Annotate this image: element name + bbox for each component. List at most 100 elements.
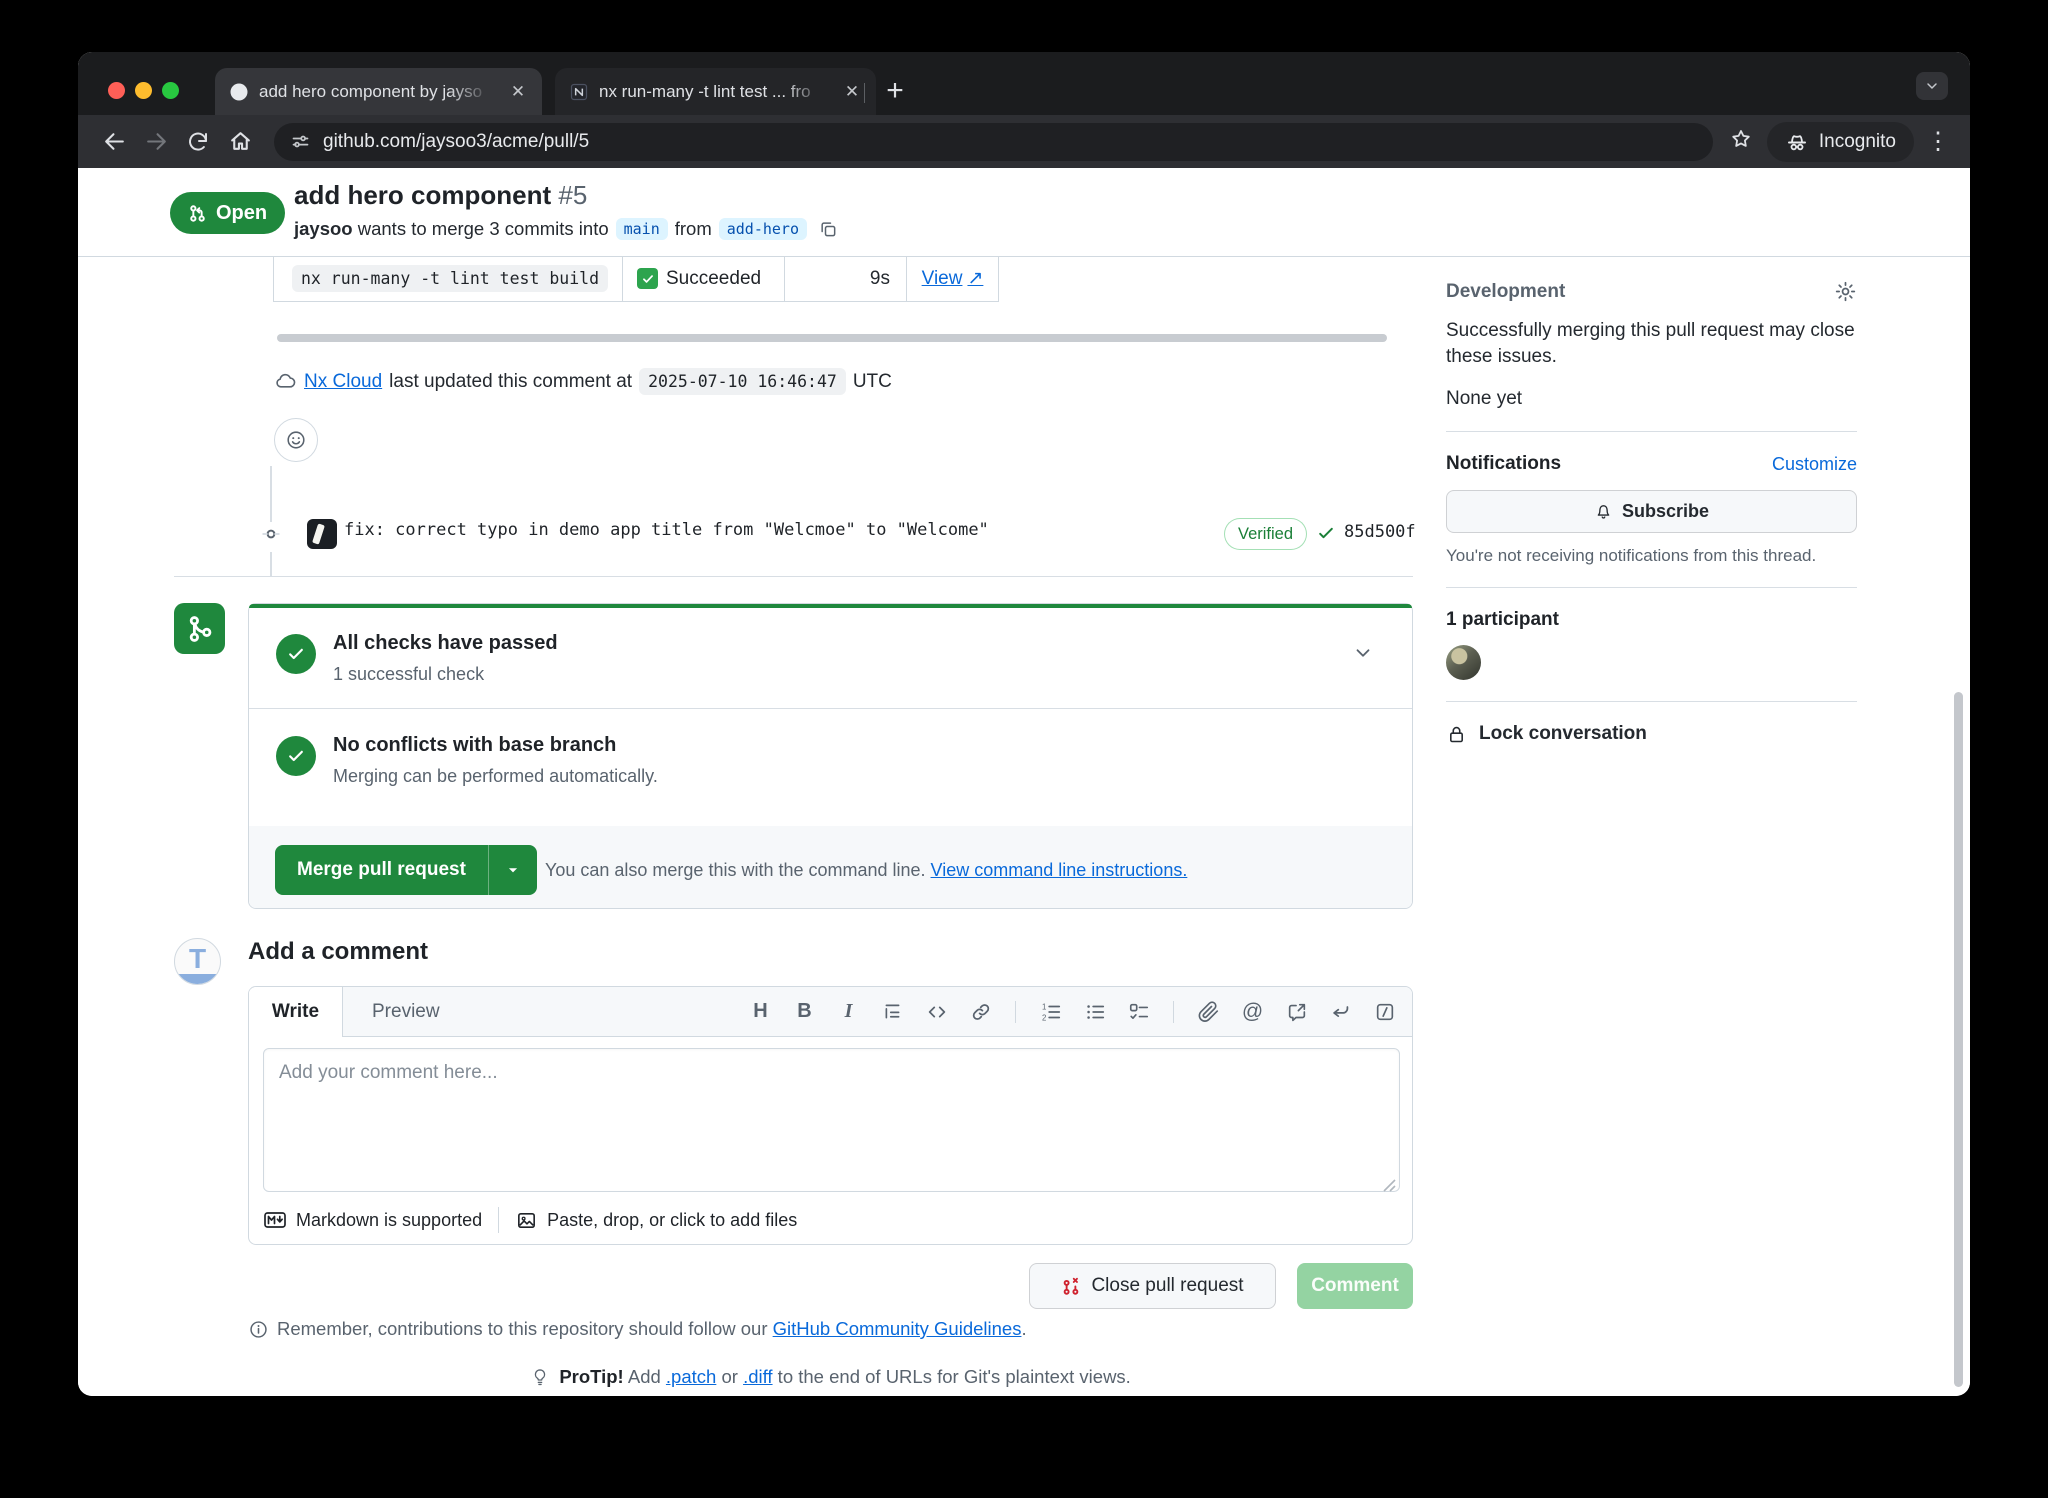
tab-strip: add hero component by jayso ✕ nx run-man… xyxy=(78,52,1970,115)
head-branch-chip[interactable]: add-hero xyxy=(719,218,807,240)
quote-icon[interactable] xyxy=(881,1000,904,1023)
tab-preview[interactable]: Preview xyxy=(342,987,470,1036)
back-button[interactable] xyxy=(96,124,132,160)
check-status: Succeeded xyxy=(666,268,761,290)
horizontal-scrollbar[interactable] xyxy=(277,334,1387,342)
pull-request-icon xyxy=(188,204,207,223)
tab-nx-run[interactable]: nx run-many -t lint test ... fro ✕ xyxy=(555,68,876,115)
close-tab-icon[interactable]: ✕ xyxy=(840,80,864,104)
expand-checks-icon[interactable] xyxy=(1352,642,1374,670)
merge-pull-request-button[interactable]: Merge pull request xyxy=(275,845,537,895)
numbered-list-icon[interactable]: 12 xyxy=(1039,1000,1062,1023)
incognito-label: Incognito xyxy=(1819,131,1896,153)
pr-subtitle: jaysoo wants to merge 3 commits into mai… xyxy=(294,218,838,240)
commit-author-avatar[interactable] xyxy=(307,519,337,549)
site-settings-icon[interactable] xyxy=(290,131,311,152)
italic-icon[interactable]: I xyxy=(837,1000,860,1023)
url-text: github.com/jaysoo3/acme/pull/5 xyxy=(323,131,589,153)
nx-cloud-link[interactable]: Nx Cloud xyxy=(304,371,382,393)
add-reaction-button[interactable] xyxy=(274,418,318,462)
cli-merge-note: You can also merge this with the command… xyxy=(545,860,1187,881)
vertical-scrollbar[interactable] xyxy=(1954,692,1963,1387)
close-window-button[interactable] xyxy=(108,82,125,99)
nx-cloud-note: Nx Cloud last updated this comment at 20… xyxy=(274,368,892,395)
diff-link[interactable]: .diff xyxy=(743,1366,772,1387)
code-icon[interactable] xyxy=(925,1000,948,1023)
nx-cloud-text: last updated this comment at xyxy=(389,371,632,393)
patch-link[interactable]: .patch xyxy=(666,1366,716,1387)
timeline-divider xyxy=(174,576,1413,577)
commit-check-icon xyxy=(1316,523,1336,549)
lightbulb-icon xyxy=(530,1367,550,1387)
comment-textarea[interactable] xyxy=(263,1048,1400,1192)
subscribe-button[interactable]: Subscribe xyxy=(1446,490,1857,533)
markdown-icon xyxy=(263,1208,287,1232)
tab-search-button[interactable] xyxy=(1916,72,1948,100)
sidebar-divider xyxy=(1446,587,1857,588)
check-command: nx run-many -t lint test build xyxy=(292,265,608,292)
lock-conversation-button[interactable]: Lock conversation xyxy=(1446,723,1857,745)
task-list-icon[interactable] xyxy=(1127,1000,1150,1023)
commit-sha-link[interactable]: 85d500f xyxy=(1344,522,1416,542)
cli-instructions-link[interactable]: View command line instructions. xyxy=(931,860,1188,880)
github-page: Open add hero component #5 jaysoo wants … xyxy=(78,168,1970,1396)
avatar-letter: T xyxy=(189,943,206,975)
editor-hints: Markdown is supported Paste, drop, or cl… xyxy=(263,1207,797,1233)
base-branch-chip[interactable]: main xyxy=(616,218,668,240)
community-guidelines-link[interactable]: GitHub Community Guidelines xyxy=(773,1318,1022,1339)
customize-link[interactable]: Customize xyxy=(1772,454,1857,475)
pr-author[interactable]: jaysoo xyxy=(294,218,353,239)
cross-reference-icon[interactable] xyxy=(1285,1000,1308,1023)
tab-pull-request[interactable]: add hero component by jayso ✕ xyxy=(215,68,542,115)
incognito-icon xyxy=(1785,130,1809,154)
git-merge-icon xyxy=(185,614,215,644)
close-pull-request-button[interactable]: Close pull request xyxy=(1029,1263,1276,1309)
svg-text:2: 2 xyxy=(1042,1013,1046,1022)
comment-submit-button[interactable]: Comment xyxy=(1297,1263,1413,1309)
merge-box-status-bar xyxy=(249,604,1412,608)
merge-options-caret[interactable] xyxy=(488,845,537,895)
participants-title: 1 participant xyxy=(1446,609,1857,631)
paste-files-hint[interactable]: Paste, drop, or click to add files xyxy=(515,1209,797,1232)
new-tab-button[interactable]: + xyxy=(876,72,914,110)
markdown-hint[interactable]: Markdown is supported xyxy=(263,1208,482,1232)
bold-icon[interactable]: B xyxy=(793,1000,816,1023)
image-icon xyxy=(515,1209,538,1232)
copy-branch-icon[interactable] xyxy=(818,219,838,239)
view-check-link[interactable]: View↗ xyxy=(922,267,984,290)
minimize-window-button[interactable] xyxy=(135,82,152,99)
heading-icon[interactable]: H xyxy=(749,1000,772,1023)
zoom-window-button[interactable] xyxy=(162,82,179,99)
no-conflicts-title: No conflicts with base branch xyxy=(333,734,616,757)
browser-toolbar: github.com/jaysoo3/acme/pull/5 Incognito… xyxy=(78,115,1970,168)
nx-cloud-tz: UTC xyxy=(853,371,892,393)
address-bar[interactable]: github.com/jaysoo3/acme/pull/5 xyxy=(274,123,1713,161)
home-button[interactable] xyxy=(222,124,258,160)
reload-button[interactable] xyxy=(180,124,216,160)
pr-state-label: Open xyxy=(216,202,267,225)
attach-file-icon[interactable] xyxy=(1197,1000,1220,1023)
no-conflicts-subtitle: Merging can be performed automatically. xyxy=(333,766,658,787)
svg-text:1: 1 xyxy=(1042,1002,1046,1011)
lock-icon xyxy=(1446,724,1467,745)
resize-handle[interactable] xyxy=(1383,1176,1396,1198)
mention-icon[interactable]: @ xyxy=(1241,1000,1264,1023)
forward-button[interactable] xyxy=(138,124,174,160)
participant-avatar[interactable] xyxy=(1446,645,1481,680)
gear-icon[interactable] xyxy=(1834,280,1857,303)
commit-message-link[interactable]: fix: correct typo in demo app title from… xyxy=(344,520,989,540)
cloud-icon xyxy=(274,370,297,393)
tab-write[interactable]: Write xyxy=(249,987,343,1037)
verified-badge[interactable]: Verified xyxy=(1224,518,1307,550)
pr-sidebar: Development Successfully merging this pu… xyxy=(1446,280,1857,745)
merge-box-footer: Merge pull request You can also merge th… xyxy=(249,826,1412,908)
browser-menu-icon[interactable]: ⋮ xyxy=(1924,127,1952,156)
close-tab-icon[interactable]: ✕ xyxy=(506,80,530,104)
slash-commands-icon[interactable] xyxy=(1373,1000,1396,1023)
saved-reply-icon[interactable] xyxy=(1329,1000,1352,1023)
bookmark-star-icon[interactable] xyxy=(1729,127,1753,156)
add-comment-heading: Add a comment xyxy=(248,938,428,966)
link-icon[interactable] xyxy=(969,1000,992,1023)
bullet-list-icon[interactable] xyxy=(1083,1000,1106,1023)
bell-icon xyxy=(1594,502,1613,521)
